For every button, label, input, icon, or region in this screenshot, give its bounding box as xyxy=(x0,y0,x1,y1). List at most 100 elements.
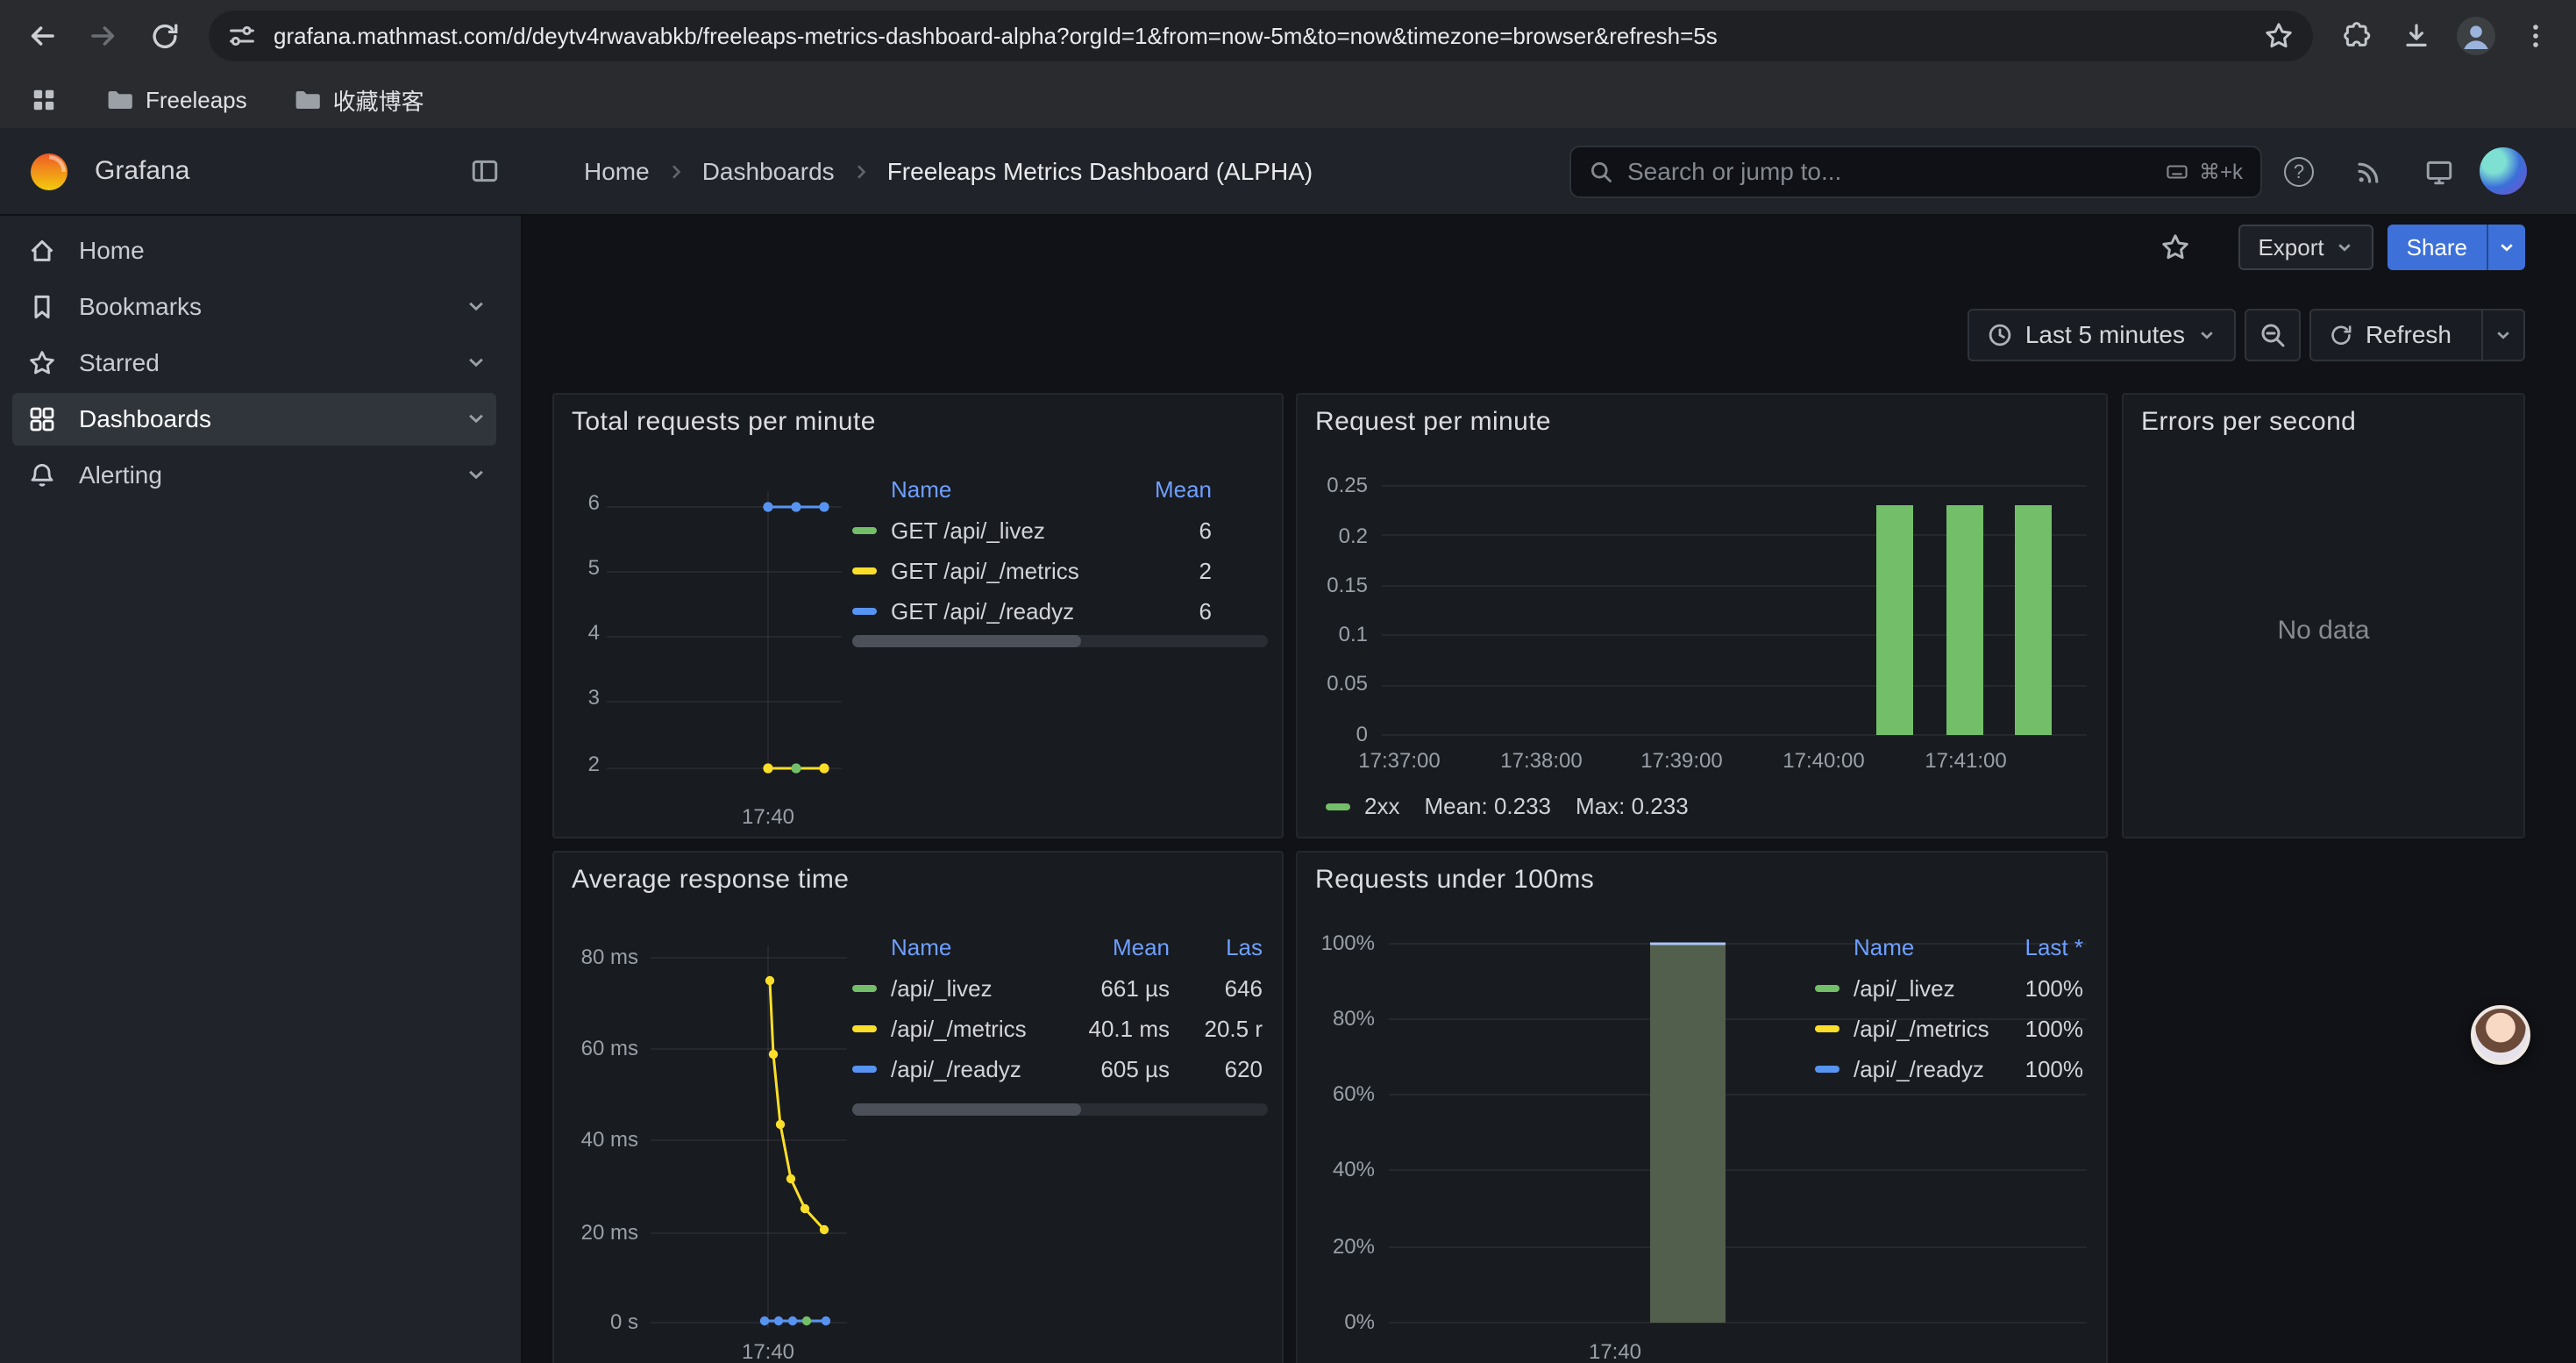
search-input[interactable] xyxy=(1627,158,2150,186)
sidebar-item-bookmarks[interactable]: Bookmarks xyxy=(12,281,496,333)
legend-row[interactable]: GET /api/_/metrics 2 xyxy=(852,551,1268,591)
url-bar[interactable]: grafana.mathmast.com/d/deytv4rwavabkb/fr… xyxy=(209,11,2313,61)
sidebar-item-label: Bookmarks xyxy=(79,293,202,321)
legend-header-name[interactable]: Name xyxy=(891,934,1043,961)
chevron-down-icon[interactable] xyxy=(465,407,487,430)
export-button[interactable]: Export xyxy=(2238,225,2373,270)
share-button[interactable]: Share xyxy=(2387,225,2525,270)
y-tick: 0.05 xyxy=(1308,672,1368,696)
series-color-green xyxy=(852,985,877,992)
grafana-logo[interactable] xyxy=(28,151,70,193)
brand-name: Grafana xyxy=(95,156,189,186)
home-icon xyxy=(28,237,56,265)
chevron-down-icon[interactable] xyxy=(465,295,487,318)
user-avatar[interactable] xyxy=(2480,147,2527,195)
refresh-button[interactable]: Refresh xyxy=(2309,309,2525,361)
apps-grid-icon[interactable] xyxy=(21,77,67,123)
chevron-right-icon xyxy=(850,161,872,182)
sidebar-item-alerting[interactable]: Alerting xyxy=(12,449,496,502)
sidebar-nav: Home Bookmarks Starred Dashboards Alerti… xyxy=(0,216,523,1363)
help-icon[interactable]: ? xyxy=(2278,151,2320,193)
legend-row[interactable]: /api/_/readyz 605 µs 620 xyxy=(852,1049,1268,1089)
legend-row[interactable]: GET /api/_/readyz 6 xyxy=(852,591,1268,632)
search-icon xyxy=(1589,160,1613,184)
chevron-down-icon[interactable] xyxy=(465,463,487,486)
legend-header-name[interactable]: Name xyxy=(891,476,1107,503)
breadcrumb-current: Freeleaps Metrics Dashboard (ALPHA) xyxy=(887,158,1313,186)
sidebar-item-home[interactable]: Home xyxy=(12,225,496,277)
back-icon[interactable] xyxy=(16,10,68,62)
legend-row[interactable]: /api/_livez 661 µs 646 xyxy=(852,968,1268,1009)
star-icon xyxy=(28,349,56,377)
sidebar-item-label: Dashboards xyxy=(79,405,211,433)
bookmark-star-icon[interactable] xyxy=(2264,21,2294,51)
chevron-down-icon[interactable] xyxy=(465,351,487,374)
series-color-blue xyxy=(852,608,877,615)
y-tick: 80% xyxy=(1308,1007,1375,1031)
profile-avatar[interactable] xyxy=(2450,10,2502,62)
refresh-interval-caret[interactable] xyxy=(2481,310,2523,360)
legend-table: Name Mean GET /api/_livez 6 GET /api/_/m… xyxy=(852,468,1268,632)
time-range-picker[interactable]: Last 5 minutes xyxy=(1968,309,2236,361)
news-rss-icon[interactable] xyxy=(2348,151,2390,193)
screen: { "browser": { "url": "grafana.mathmast.… xyxy=(0,0,2576,1363)
panel-title[interactable]: Request per minute xyxy=(1315,407,1551,437)
bookmark-folder-blog[interactable]: 收藏博客 xyxy=(286,79,431,121)
chevron-right-icon xyxy=(665,161,687,182)
legend-row[interactable]: /api/_/metrics 40.1 ms 20.5 r xyxy=(852,1009,1268,1049)
extensions-icon[interactable] xyxy=(2330,10,2383,62)
search-bar[interactable]: ⌘+k xyxy=(1569,146,2262,198)
y-tick: 0 xyxy=(1308,723,1368,747)
bookmark-label: 收藏博客 xyxy=(333,84,424,117)
zoom-out-button[interactable] xyxy=(2245,309,2301,361)
legend-table: Name Mean Las /api/_livez 661 µs 646 /ap… xyxy=(852,926,1268,1089)
total-requests-chart xyxy=(607,491,842,782)
series-color-blue xyxy=(1815,1066,1839,1073)
dock-sidebar-icon[interactable] xyxy=(470,156,500,186)
legend-header-last[interactable]: Las xyxy=(1184,934,1263,961)
x-tick: 17:40:00 xyxy=(1771,749,1876,774)
browser-menu-icon[interactable] xyxy=(2509,10,2562,62)
display-icon[interactable] xyxy=(2418,151,2460,193)
floating-assistant-avatar[interactable] xyxy=(2471,1005,2530,1065)
legend-header-mean[interactable]: Mean xyxy=(1107,476,1212,503)
share-menu-caret[interactable] xyxy=(2487,225,2525,270)
keyboard-icon xyxy=(2164,161,2190,183)
sidebar-item-starred[interactable]: Starred xyxy=(12,337,496,389)
bookmark-folder-freeleaps[interactable]: Freeleaps xyxy=(98,79,254,121)
reload-icon[interactable] xyxy=(139,10,191,62)
panel-title[interactable]: Errors per second xyxy=(2141,407,2356,437)
favorite-star-icon[interactable] xyxy=(2151,223,2200,272)
series-color-green xyxy=(1326,803,1350,810)
sidebar-item-dashboards[interactable]: Dashboards xyxy=(12,393,496,446)
site-info-icon[interactable] xyxy=(228,22,256,50)
x-tick: 17:41:00 xyxy=(1913,749,2018,774)
breadcrumb-home[interactable]: Home xyxy=(584,158,650,186)
legend-header-name[interactable]: Name xyxy=(1854,934,1996,961)
y-tick: 20% xyxy=(1308,1235,1375,1260)
legend-row[interactable]: /api/_livez 100% xyxy=(1815,968,2087,1009)
legend-header-last[interactable]: Last * xyxy=(1996,934,2083,961)
breadcrumb-dashboards[interactable]: Dashboards xyxy=(702,158,835,186)
y-tick: 20 ms xyxy=(565,1221,638,1245)
legend-row[interactable]: GET /api/_livez 6 xyxy=(852,510,1268,551)
legend-row[interactable]: /api/_/metrics 100% xyxy=(1815,1009,2087,1049)
y-tick: 6 xyxy=(565,491,600,516)
panel-title[interactable]: Requests under 100ms xyxy=(1315,865,1594,895)
forward-icon[interactable] xyxy=(77,10,130,62)
series-color-blue xyxy=(852,1066,877,1073)
legend-hscrollbar[interactable] xyxy=(852,635,1268,647)
breadcrumb: Home Dashboards Freeleaps Metrics Dashbo… xyxy=(584,128,1313,216)
sidebar-item-label: Starred xyxy=(79,349,160,377)
folder-icon xyxy=(293,86,321,114)
panel-title[interactable]: Total requests per minute xyxy=(572,407,876,437)
legend-row[interactable]: /api/_/readyz 100% xyxy=(1815,1049,2087,1089)
legend[interactable]: 2xx Mean: 0.233 Max: 0.233 xyxy=(1326,793,1689,820)
x-tick: 17:38:00 xyxy=(1489,749,1594,774)
browser-toolbar: grafana.mathmast.com/d/deytv4rwavabkb/fr… xyxy=(0,0,2576,72)
bookmark-label: Freeleaps xyxy=(146,87,247,114)
panel-title[interactable]: Average response time xyxy=(572,865,849,895)
legend-header-mean[interactable]: Mean xyxy=(1057,934,1170,961)
legend-hscrollbar[interactable] xyxy=(852,1103,1268,1116)
downloads-icon[interactable] xyxy=(2390,10,2443,62)
